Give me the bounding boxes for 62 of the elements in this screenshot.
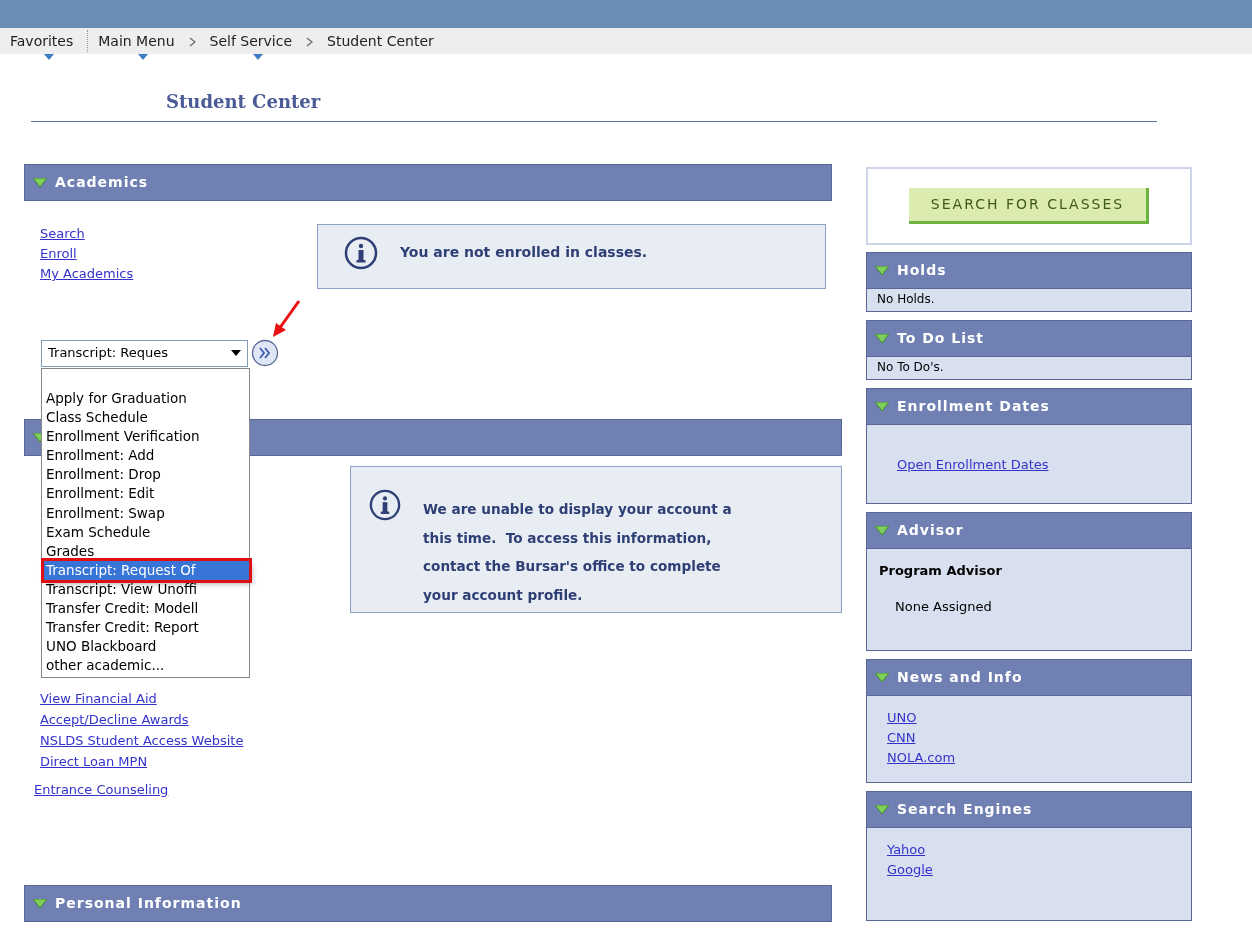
finance-link[interactable]: Direct Loan MPN: [40, 751, 350, 772]
section-title: Enrollment Dates: [897, 397, 1050, 416]
panel-text: No To Do's.: [877, 359, 945, 376]
panel-link[interactable]: NOLA.com: [887, 748, 1171, 768]
dropdown-option[interactable]: Class Schedule: [44, 408, 249, 428]
section-title: Personal Information: [55, 894, 242, 913]
dropdown-option[interactable]: Transfer Credit: Modell: [44, 599, 249, 619]
dropdown-field[interactable]: Transcript: Reques: [41, 339, 248, 367]
panel-link[interactable]: UNO: [887, 708, 1171, 728]
finance-link[interactable]: Accept/Decline Awards: [40, 709, 350, 730]
caret-icon: [231, 350, 241, 356]
dropdown-option[interactable]: Grades: [44, 541, 249, 561]
dropdown-option[interactable]: Transcript: View Unoffi: [44, 579, 249, 600]
section-title: Academics: [55, 173, 149, 192]
dropdown-option[interactable]: Enrollment: Drop: [44, 465, 249, 485]
academics-link[interactable]: Search: [40, 224, 317, 244]
expanded-triangle-icon[interactable]: [875, 673, 889, 682]
breadcrumb-link[interactable]: Main Menu: [98, 29, 189, 53]
message-text: We are unable to display your account a this time. To access this information, contact the Bursar's office to complete your account profile.: [423, 500, 732, 605]
page-title: Student Center: [166, 90, 322, 114]
advisor-name: None Assigned: [895, 597, 993, 616]
finance-link[interactable]: Entrance Counseling: [34, 780, 350, 800]
panel-text: No Holds.: [877, 291, 936, 308]
finance-link[interactable]: NSLDS Student Access Website: [40, 730, 350, 751]
breadcrumb-link[interactable]: Student Center: [327, 29, 448, 53]
info-icon: [369, 489, 401, 521]
expanded-triangle-icon[interactable]: [875, 402, 889, 411]
expanded-triangle-icon[interactable]: [33, 899, 47, 908]
advisor-label: Program Advisor: [879, 562, 1003, 580]
expanded-triangle-icon[interactable]: [33, 178, 47, 187]
finance-link[interactable]: View Financial Aid: [40, 688, 350, 709]
dropdown-option[interactable]: Enrollment Verification: [44, 427, 249, 447]
panel-link[interactable]: Yahoo: [887, 840, 1171, 860]
expanded-triangle-icon[interactable]: [875, 266, 889, 275]
dropdown-option[interactable]: other academic...: [44, 656, 249, 676]
info-icon: [344, 235, 378, 270]
academics-link[interactable]: Enroll: [40, 244, 317, 264]
dropdown-option[interactable]: Enrollment: Swap: [44, 503, 249, 523]
breadcrumb-link[interactable]: Favorites: [10, 29, 88, 53]
dropdown-option[interactable]: Enrollment: Edit: [44, 484, 249, 504]
panel-link[interactable]: Open Enrollment Dates: [897, 455, 1161, 475]
academics-link[interactable]: My Academics: [40, 264, 317, 284]
expanded-triangle-icon[interactable]: [875, 805, 889, 814]
search-for-classes-button[interactable]: SEARCH FOR CLASSES: [908, 188, 1150, 224]
section-title: To Do List: [897, 329, 985, 348]
dropdown-option[interactable]: Transcript: Request Of: [44, 560, 249, 580]
panel-link[interactable]: Google: [887, 860, 1171, 880]
panel-link[interactable]: CNN: [887, 728, 1171, 748]
dropdown-option[interactable]: Enrollment: Add: [44, 446, 249, 466]
breadcrumb-link[interactable]: Self Service: [209, 29, 307, 53]
message-text: You are not enrolled in classes.: [400, 243, 648, 262]
section-title: Advisor: [897, 521, 964, 540]
section-title: Search Engines: [897, 800, 1033, 819]
section-title: News and Info: [897, 668, 1023, 687]
dropdown-option[interactable]: Exam Schedule: [44, 522, 249, 542]
dropdown-option[interactable]: Transfer Credit: Report: [44, 618, 249, 638]
section-title: Holds: [897, 261, 947, 280]
expanded-triangle-icon[interactable]: [875, 526, 889, 535]
dropdown-option[interactable]: Apply for Graduation: [44, 389, 249, 409]
dropdown-option[interactable]: UNO Blackboard: [44, 637, 249, 657]
go-button[interactable]: [251, 339, 279, 367]
expanded-triangle-icon[interactable]: [875, 334, 889, 343]
